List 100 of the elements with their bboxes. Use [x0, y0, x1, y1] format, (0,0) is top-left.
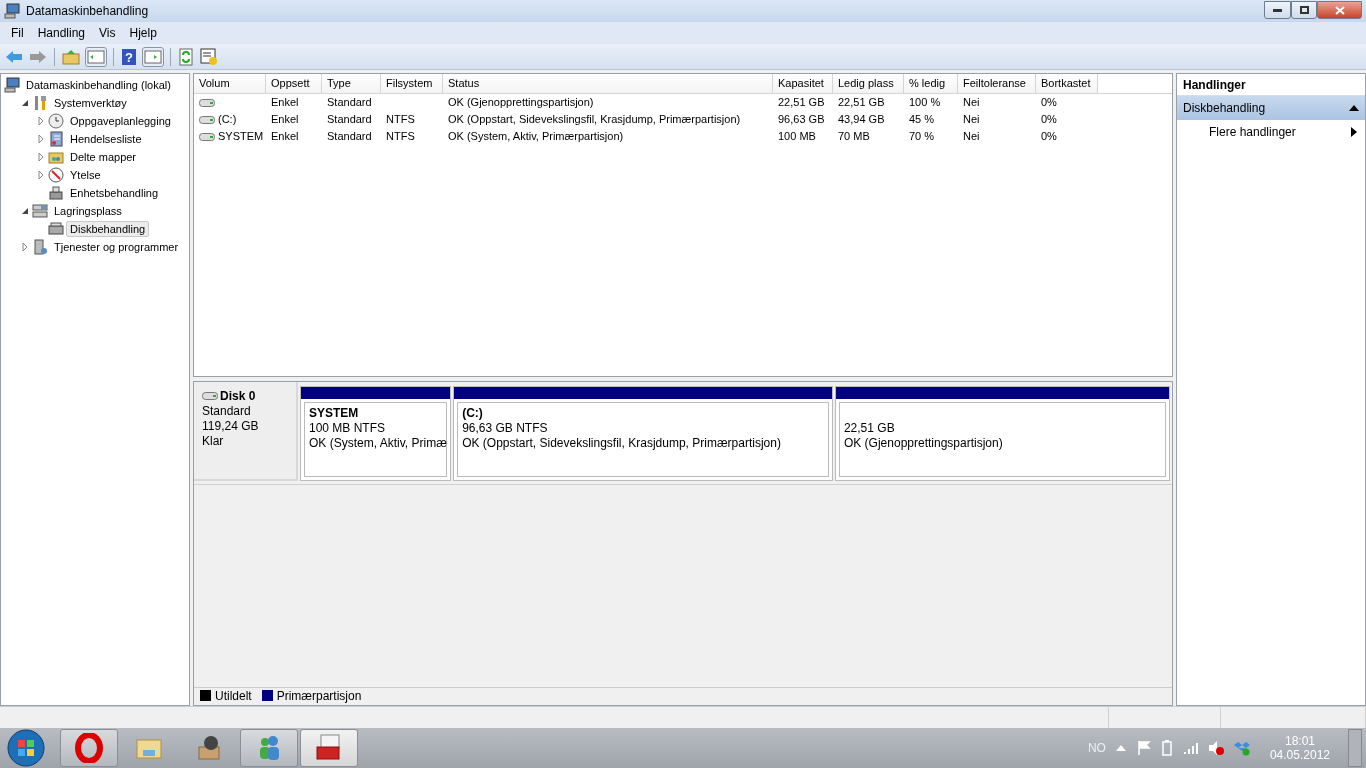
partition-block[interactable]: (C:) 96,63 GB NTFS OK (Oppstart, Sidevekslingsfil, Krasjdump, Primærpartisjon)	[453, 386, 833, 481]
column-header[interactable]: % ledig	[904, 74, 958, 94]
tools-icon	[32, 95, 48, 111]
tree-item[interactable]: Ytelse	[66, 167, 105, 183]
server-icon	[32, 239, 48, 255]
tree-item[interactable]: Enhetsbehandling	[66, 185, 163, 201]
table-cell-text: Standard	[327, 95, 372, 110]
column-header[interactable]: Status	[443, 74, 773, 94]
tree-item[interactable]: Systemverktøy	[50, 95, 131, 111]
tree-item[interactable]: Tjenester og programmer	[50, 239, 183, 255]
table-cell-text: (C:)	[218, 112, 237, 127]
action-pane-button[interactable]	[142, 46, 164, 67]
expanded-arrow-icon[interactable]	[20, 98, 30, 108]
drive-icon	[199, 114, 215, 125]
refresh-button[interactable]	[177, 46, 195, 67]
table-cell-text: 22,51 GB	[838, 95, 885, 110]
table-cell-text: 0%	[1041, 112, 1057, 127]
flag-icon	[1135, 740, 1152, 756]
table-cell-text: NTFS	[386, 112, 415, 127]
table-cell-text: 0%	[1041, 95, 1057, 110]
drive-icon	[199, 131, 215, 142]
table-cell-text: Enkel	[271, 129, 299, 144]
expanded-arrow-icon[interactable]	[20, 206, 30, 216]
table-cell-text: Enkel	[271, 112, 299, 127]
table-cell-text: 100 MB	[778, 129, 816, 144]
taskbar-app-button[interactable]	[60, 729, 118, 767]
table-cell-text: 0%	[1041, 129, 1057, 144]
collapsed-arrow-icon[interactable]	[36, 152, 46, 162]
column-header[interactable]: Type	[322, 74, 381, 94]
tree-item[interactable]: Oppgaveplanlegging	[66, 113, 175, 129]
partition-block[interactable]: SYSTEM 100 MB NTFS OK (System, Aktiv, Primæ	[300, 386, 452, 481]
menu-item[interactable]: Hjelp	[122, 26, 164, 40]
table-cell-text: Standard	[327, 129, 372, 144]
up-folder-button[interactable]	[61, 47, 81, 66]
shared-folder-icon	[48, 149, 64, 165]
collapsed-arrow-icon[interactable]	[36, 116, 46, 126]
collapsed-arrow-icon[interactable]	[20, 242, 30, 252]
action-link[interactable]: Flere handlinger	[1209, 125, 1296, 139]
table-cell-text: SYSTEM	[218, 129, 264, 144]
window-title: Datamaskinbehandling	[26, 4, 150, 18]
legend-label: Utildelt	[215, 688, 252, 703]
partition-size: 22,51 GB	[843, 421, 896, 435]
table-cell-text: Nei	[963, 129, 980, 144]
console-tree-button[interactable]	[85, 46, 107, 67]
disk-name: Disk 0	[220, 389, 256, 403]
menu-item[interactable]: Fil	[4, 26, 31, 40]
table-cell-text: Enkel	[271, 95, 299, 110]
submenu-arrow-icon	[1351, 127, 1357, 137]
disk-type: Standard	[202, 404, 252, 418]
column-header[interactable]: Bortkastet	[1036, 74, 1098, 94]
partition-status: OK (Oppstart, Sidevekslingsfil, Krasjdump, Primærpartisjon)	[462, 436, 782, 450]
column-header[interactable]: Filsystem	[381, 74, 443, 94]
actions-section-header[interactable]: Diskbehandling	[1177, 96, 1365, 120]
muted-speaker-icon	[1207, 740, 1224, 756]
close-icon	[1334, 5, 1345, 15]
disk-management-icon	[48, 221, 64, 237]
collapsed-arrow-icon[interactable]	[36, 134, 46, 144]
tree-item[interactable]: Datamaskinbehandling (lokal)	[22, 77, 175, 93]
help-glyph: ?	[125, 49, 133, 65]
clock-date: 04.05.2012	[1269, 748, 1330, 762]
tree-item[interactable]: Hendelsesliste	[66, 131, 146, 147]
column-header[interactable]: Ledig plass	[833, 74, 904, 94]
minimize-button[interactable]	[1264, 1, 1291, 19]
column-header[interactable]: Kapasitet	[773, 74, 833, 94]
device-icon	[48, 185, 64, 201]
collapsed-arrow-icon[interactable]	[36, 170, 46, 180]
partition-status: OK (Gjenopprettingspartisjon)	[843, 436, 1004, 450]
tree-item[interactable]: Diskbehandling	[66, 221, 150, 237]
section-label: Diskbehandling	[1183, 101, 1266, 115]
column-header[interactable]: Volum	[194, 74, 266, 94]
tree-item[interactable]: Delte mapper	[66, 149, 141, 165]
computer-icon	[4, 3, 20, 19]
taskbar-app-button[interactable]	[300, 729, 358, 767]
partition-size: 96,63 GB NTFS	[462, 421, 549, 435]
table-cell-text: 96,63 GB	[778, 112, 825, 127]
menu-item[interactable]: Vis	[92, 26, 123, 40]
properties-button[interactable]	[199, 46, 219, 67]
menu-item[interactable]: Handling	[30, 26, 93, 40]
partition-label: SYSTEM	[309, 406, 360, 420]
legend-label: Primærpartisjon	[276, 688, 362, 703]
column-header[interactable]: Feiltoleranse	[958, 74, 1036, 94]
storage-icon	[32, 203, 48, 219]
clock-time: 18:01	[1284, 734, 1315, 748]
column-header[interactable]: Oppsett	[266, 74, 322, 94]
help-button[interactable]: ?	[120, 46, 138, 67]
start-orb-icon	[6, 728, 46, 768]
table-cell-text: 100 %	[909, 95, 941, 110]
close-button[interactable]	[1317, 1, 1362, 19]
partition-size: 100 MB NTFS	[309, 421, 387, 435]
table-cell-text: 45 %	[909, 112, 935, 127]
maximize-icon	[1299, 6, 1309, 14]
partition-label: (C:)	[462, 406, 484, 420]
drive-icon	[202, 391, 218, 401]
battery-icon	[1161, 740, 1172, 756]
computer-icon	[4, 77, 20, 93]
maximize-button[interactable]	[1291, 1, 1317, 19]
tree-item[interactable]: Lagringsplass	[50, 203, 126, 219]
table-cell-text: Standard	[327, 112, 372, 127]
table-cell-text: OK (System, Aktiv, Primærpartisjon)	[448, 129, 624, 144]
partition-block[interactable]: 22,51 GB OK (Gjenopprettingspartisjon)	[834, 386, 1170, 481]
